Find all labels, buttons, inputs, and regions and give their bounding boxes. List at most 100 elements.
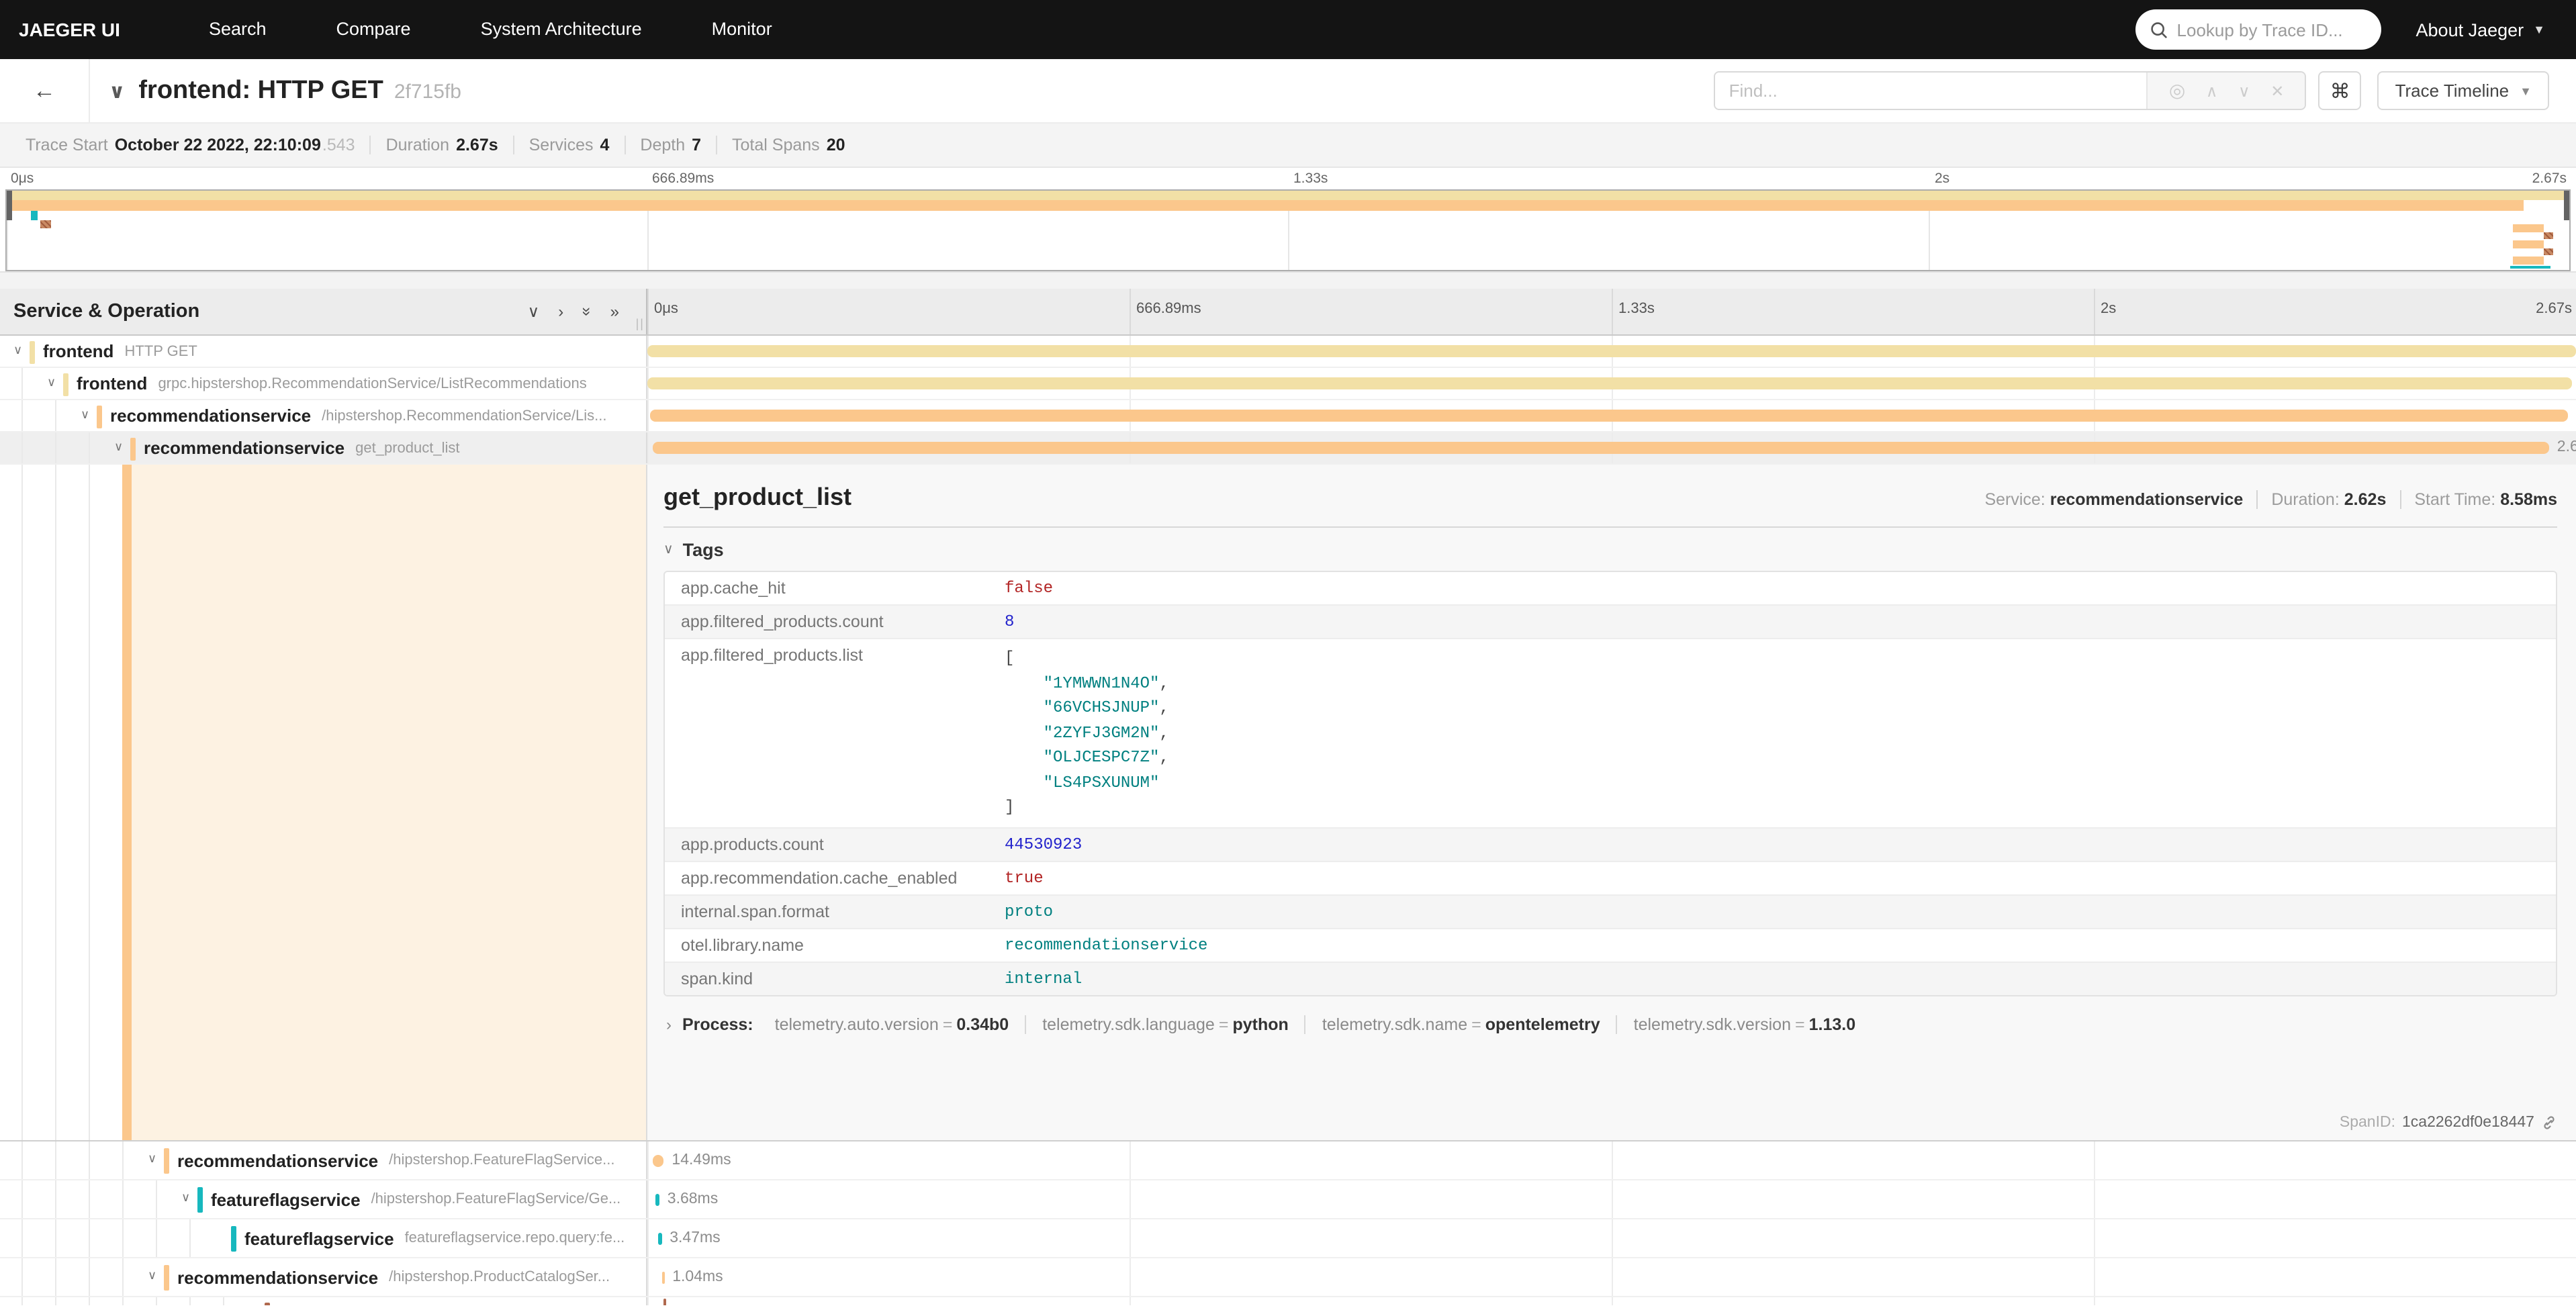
span-row-name-cell[interactable]: ∨recommendationservice/hipstershop.Featu… (0, 1141, 647, 1179)
span-row-timeline-cell[interactable] (647, 1297, 2576, 1305)
span-row-name-cell[interactable]: ∨featureflagservice/hipstershop.FeatureF… (0, 1180, 647, 1218)
trace-header-bar: ← ∨ frontend: HTTP GET2f715fb ◎ ∧ ∨ ✕ ⌘ … (0, 59, 2576, 124)
tag-row[interactable]: app.products.count44530923 (665, 827, 2556, 860)
span-row-name-cell[interactable] (0, 1297, 647, 1305)
about-jaeger-menu[interactable]: About Jaeger ▼ (2416, 19, 2545, 40)
nav-item-system-architecture[interactable]: System Architecture (446, 19, 677, 39)
trace-id-search-input[interactable] (2177, 19, 2366, 40)
span-row-name-cell[interactable]: ∨recommendationservice/hipstershop.Recom… (0, 400, 647, 431)
row-collapse-icon[interactable]: ∨ (114, 439, 123, 454)
span-row-timeline-cell[interactable] (647, 368, 2576, 399)
span-service: Service: recommendationservice (1984, 490, 2243, 509)
expand-one-icon[interactable]: › (558, 302, 563, 321)
span-row-name-cell[interactable]: ∨recommendationserviceget_product_list (0, 432, 647, 463)
focus-span-icon[interactable]: ◎ (2169, 79, 2185, 102)
row-collapse-icon[interactable]: ∨ (181, 1190, 190, 1205)
find-input[interactable] (1716, 73, 2147, 109)
tags-section-toggle[interactable]: ∨ Tags (663, 540, 2557, 560)
process-row[interactable]: › Process: telemetry.auto.version=0.34b0… (663, 1015, 2557, 1033)
span-bar[interactable] (647, 377, 2572, 389)
minimap-left-handle[interactable] (7, 191, 12, 220)
tag-row[interactable]: otel.library.namerecommendationservice (665, 927, 2556, 961)
indent-guide (55, 1297, 56, 1305)
tag-row[interactable]: app.filtered_products.count8 (665, 604, 2556, 638)
search-icon (2150, 21, 2168, 38)
span-row[interactable]: ∨featureflagservice/hipstershop.FeatureF… (0, 1180, 2576, 1219)
span-row[interactable]: ∨recommendationservice/hipstershop.Recom… (0, 400, 2576, 432)
span-service-name: frontend (77, 373, 147, 393)
nav-right: About Jaeger ▼ (2135, 9, 2545, 50)
span-row-name-cell[interactable]: featureflagservicefeatureflagservice.rep… (0, 1219, 647, 1257)
span-bar[interactable] (653, 442, 2549, 454)
indent-guide (21, 368, 23, 399)
span-bar[interactable] (663, 1299, 665, 1305)
trace-id-search[interactable] (2135, 9, 2381, 50)
span-row-timeline-cell[interactable]: 14.49ms (647, 1141, 2576, 1179)
link-icon[interactable] (2541, 1115, 2557, 1131)
span-service-name: featureflagservice (211, 1189, 361, 1209)
span-id: SpanID:1ca2262df0e18447 (2340, 1115, 2557, 1131)
tag-row[interactable]: app.cache_hitfalse (665, 572, 2556, 604)
span-row-name-cell[interactable]: ∨frontendgrpc.hipstershop.Recommendation… (0, 368, 647, 399)
span-bar[interactable] (650, 410, 2567, 422)
span-service-name: recommendationservice (177, 1150, 378, 1170)
span-row[interactable]: ∨recommendationservice/hipstershop.Produ… (0, 1258, 2576, 1297)
span-detail-left-column (0, 465, 647, 1140)
row-collapse-icon[interactable]: ∨ (148, 1152, 156, 1166)
span-row[interactable]: featureflagservicefeatureflagservice.rep… (0, 1219, 2576, 1258)
tag-row[interactable]: internal.span.formatproto (665, 894, 2556, 927)
nav-item-monitor[interactable]: Monitor (677, 19, 807, 39)
span-row-timeline-cell[interactable] (647, 400, 2576, 431)
minimap-right-handle[interactable] (2564, 191, 2569, 220)
row-collapse-icon[interactable]: ∨ (47, 375, 56, 389)
keyboard-shortcuts-button[interactable]: ⌘ (2319, 71, 2362, 110)
tag-value: true (1005, 861, 2556, 894)
span-row[interactable]: ∨frontendHTTP GET (0, 336, 2576, 368)
span-bar[interactable] (653, 1155, 664, 1167)
span-color-swatch (197, 1187, 203, 1213)
span-bar[interactable] (647, 345, 2576, 357)
span-row-timeline-cell[interactable]: 2.62s (647, 432, 2576, 463)
span-bar[interactable] (662, 1272, 664, 1284)
span-bar[interactable] (659, 1233, 662, 1245)
span-row-name-cell[interactable]: ∨frontendHTTP GET (0, 336, 647, 367)
span-row[interactable] (0, 1297, 2576, 1305)
app-logo[interactable]: JAEGER UI (19, 19, 120, 40)
span-row-timeline-cell[interactable]: 3.68ms (647, 1180, 2576, 1218)
tag-value: internal (1005, 962, 2556, 994)
span-row[interactable]: ∨recommendationserviceget_product_list2.… (0, 432, 2576, 465)
minimap-canvas[interactable] (5, 189, 2571, 271)
trace-collapse-toggle-icon[interactable]: ∨ (109, 79, 125, 103)
back-button[interactable]: ← (0, 59, 89, 122)
span-bar[interactable] (656, 1194, 659, 1206)
nav-item-search[interactable]: Search (174, 19, 302, 39)
row-collapse-icon[interactable]: ∨ (148, 1268, 156, 1283)
collapse-one-icon[interactable]: ∨ (528, 302, 540, 321)
meta-label: Services (529, 136, 594, 154)
indent-guide (89, 1219, 90, 1257)
tag-row[interactable]: app.recommendation.cache_enabledtrue (665, 860, 2556, 894)
clear-find-icon[interactable]: ✕ (2270, 81, 2284, 100)
span-color-swatch (164, 1265, 169, 1291)
span-row-timeline-cell[interactable] (647, 336, 2576, 367)
row-collapse-icon[interactable]: ∨ (13, 342, 22, 357)
span-row-timeline-cell[interactable]: 3.47ms (647, 1219, 2576, 1257)
tag-row[interactable]: app.filtered_products.list[ "1YMWWN1N4O"… (665, 638, 2556, 827)
collapse-all-icon[interactable]: » (578, 307, 596, 316)
span-operation: HTTP GET (124, 343, 197, 359)
span-row-timeline-cell[interactable]: 1.04ms (647, 1258, 2576, 1296)
span-row[interactable]: ∨recommendationservice/hipstershop.Featu… (0, 1141, 2576, 1180)
column-resize-grip[interactable]: || (636, 317, 645, 330)
next-result-icon[interactable]: ∨ (2238, 81, 2250, 100)
span-row[interactable]: ∨frontendgrpc.hipstershop.Recommendation… (0, 368, 2576, 400)
row-collapse-icon[interactable]: ∨ (81, 407, 89, 422)
trace-view-selector[interactable]: Trace Timeline ▼ (2378, 71, 2549, 110)
tag-row[interactable]: span.kindinternal (665, 961, 2556, 994)
span-row-name-cell[interactable]: ∨recommendationservice/hipstershop.Produ… (0, 1258, 647, 1296)
prev-result-icon[interactable]: ∧ (2206, 81, 2218, 100)
indent-guide (55, 1141, 56, 1179)
trace-meta-item: Duration2.67s (371, 136, 514, 154)
expand-all-icon[interactable]: » (610, 302, 619, 321)
chevron-down-icon: ▼ (2533, 23, 2545, 36)
nav-item-compare[interactable]: Compare (302, 19, 446, 39)
